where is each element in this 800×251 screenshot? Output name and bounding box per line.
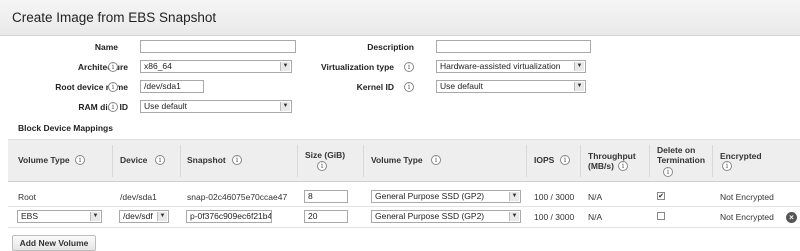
row1-throughput: N/A: [588, 192, 603, 202]
dialog-title: Create Image from EBS Snapshot: [12, 10, 217, 25]
virtualization-type-info-icon[interactable]: i: [404, 62, 414, 72]
column-divider: [526, 145, 527, 177]
kernel-id-value: Use default: [440, 81, 483, 91]
chevron-down-icon: ▼: [90, 212, 100, 221]
row2-volume-type-select[interactable]: General Purpose SSD (GP2) ▼: [371, 210, 521, 223]
col-size: Size (GiB): [305, 150, 346, 160]
column-divider: [112, 145, 113, 177]
col-device: Device: [120, 155, 148, 165]
col-throughput-line2: (MB/s): [588, 161, 614, 171]
row1-volume-type-select[interactable]: General Purpose SSD (GP2) ▼: [371, 190, 521, 203]
architecture-label: Architecture: [77, 62, 128, 72]
row2-throughput: N/A: [588, 212, 603, 222]
ebs-volume-type-info-icon[interactable]: i: [431, 155, 441, 165]
snapshot-info-icon[interactable]: i: [232, 155, 242, 165]
chevron-down-icon: ▼: [509, 212, 519, 221]
ram-disk-id-info-icon[interactable]: i: [108, 102, 118, 112]
row1-device: /dev/sda1: [120, 192, 157, 202]
chevron-down-icon: ▼: [280, 62, 290, 71]
delete-on-termination-info-icon[interactable]: i: [663, 167, 673, 177]
col-ebs-volume-type: Volume Type: [371, 155, 423, 165]
chevron-down-icon: ▼: [157, 212, 167, 221]
row2-delete-checkbox[interactable]: [657, 212, 665, 220]
virtualization-type-value: Hardware-assisted virtualization: [440, 61, 561, 71]
row2-device-value: /dev/sdf: [123, 211, 153, 221]
row2-volume-type-value: EBS: [21, 211, 39, 221]
row1-volume-type: Root: [18, 192, 36, 202]
remove-volume-icon[interactable]: ×: [786, 212, 797, 223]
column-divider: [363, 145, 364, 177]
col-throughput: Throughput (MB/s): [588, 151, 636, 171]
chevron-down-icon: ▼: [509, 192, 519, 201]
architecture-select[interactable]: x86_64 ▼: [140, 60, 292, 73]
iops-info-icon[interactable]: i: [560, 155, 570, 165]
name-input[interactable]: [140, 40, 296, 53]
size-info-icon[interactable]: i: [317, 161, 327, 171]
column-divider: [180, 145, 181, 177]
kernel-id-label: Kernel ID: [356, 82, 394, 92]
chevron-down-icon: ▼: [574, 82, 584, 91]
dialog-header: Create Image from EBS Snapshot: [0, 0, 800, 36]
row-divider: [8, 227, 800, 228]
col-delete-on-termination: Delete on Termination: [657, 145, 705, 165]
col-encrypted: Encrypted: [720, 151, 762, 161]
block-device-mappings-heading: Block Device Mappings: [18, 123, 113, 133]
ram-disk-id-select[interactable]: Use default ▼: [140, 100, 292, 113]
column-divider: [580, 145, 581, 177]
row1-iops: 100 / 3000: [534, 192, 575, 202]
row2-size-input[interactable]: 20: [304, 210, 348, 223]
row2-snapshot-input[interactable]: p-0f376c909ec6f21b4: [186, 210, 272, 223]
row2-volume-type-select[interactable]: EBS ▼: [17, 210, 102, 223]
chevron-down-icon: ▼: [280, 102, 290, 111]
row2-iops: 100 / 3000: [534, 212, 575, 222]
row1-snapshot: snap-02c46075e70ccae47: [187, 192, 288, 202]
name-label: Name: [94, 42, 118, 52]
architecture-value: x86_64: [144, 61, 172, 71]
virtualization-type-label: Virtualization type: [320, 62, 394, 72]
row2-ebs-volume-type-value: General Purpose SSD (GP2): [375, 211, 485, 221]
virtualization-type-select[interactable]: Hardware-assisted virtualization ▼: [436, 60, 586, 73]
add-new-volume-button[interactable]: Add New Volume: [12, 235, 96, 251]
description-label: Description: [367, 42, 414, 52]
row1-encrypted: Not Encrypted: [720, 192, 774, 202]
row-divider: [8, 206, 800, 207]
row1-delete-checkbox[interactable]: ✔: [657, 192, 665, 200]
chevron-down-icon: ▼: [574, 62, 584, 71]
volume-type-info-icon[interactable]: i: [75, 155, 85, 165]
row2-encrypted: Not Encrypted: [720, 212, 774, 222]
ram-disk-id-label: RAM disk ID: [78, 102, 128, 112]
root-device-name-info-icon[interactable]: i: [108, 82, 118, 92]
column-divider: [297, 145, 298, 177]
ram-disk-id-value: Use default: [144, 101, 187, 111]
kernel-id-info-icon[interactable]: i: [404, 82, 414, 92]
description-input[interactable]: [436, 40, 591, 53]
throughput-info-icon[interactable]: i: [618, 161, 628, 171]
encrypted-info-icon[interactable]: i: [722, 161, 732, 171]
row1-volume-type-value: General Purpose SSD (GP2): [375, 191, 485, 201]
col-snapshot: Snapshot: [187, 155, 226, 165]
device-info-icon[interactable]: i: [155, 155, 165, 165]
col-delete-line2: Termination: [657, 155, 706, 165]
col-iops: IOPS: [534, 155, 555, 165]
root-device-name-input[interactable]: /dev/sda1: [140, 80, 204, 93]
architecture-info-icon[interactable]: i: [108, 62, 118, 72]
column-divider: [649, 145, 650, 177]
kernel-id-select[interactable]: Use default ▼: [436, 80, 586, 93]
column-divider: [712, 145, 713, 177]
col-throughput-line1: Throughput: [588, 151, 636, 161]
col-delete-line1: Delete on: [657, 145, 696, 155]
row1-size-input[interactable]: 8: [304, 190, 348, 203]
row2-device-select[interactable]: /dev/sdf ▼: [119, 210, 169, 223]
col-volume-type: Volume Type: [18, 155, 70, 165]
